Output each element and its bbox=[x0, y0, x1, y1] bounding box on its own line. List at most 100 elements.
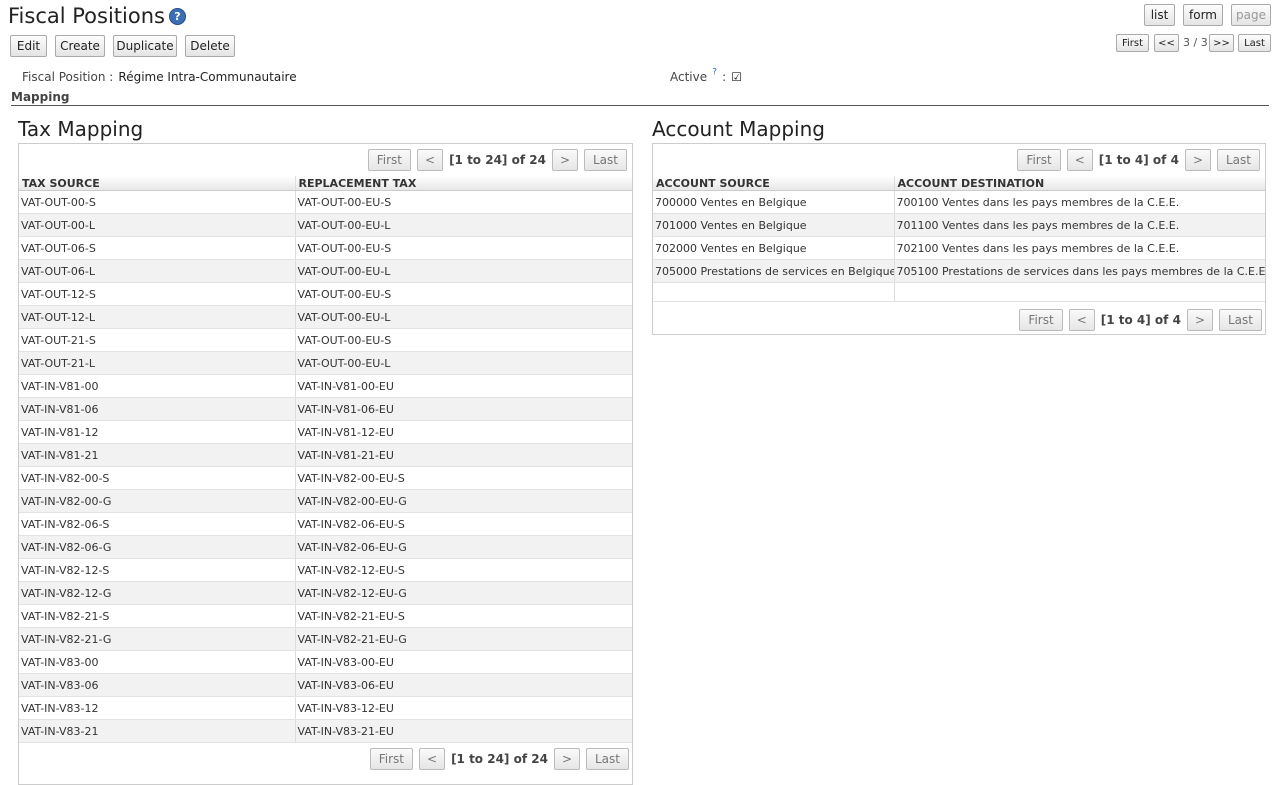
account-last-button-bottom[interactable]: Last bbox=[1219, 309, 1262, 331]
tax-target-cell: VAT-IN-V82-12-EU-G bbox=[294, 581, 632, 605]
account-source-header[interactable]: ACCOUNT SOURCE bbox=[653, 176, 894, 191]
tax-source-cell: VAT-OUT-12-L bbox=[19, 305, 295, 329]
account-first-button-bottom[interactable]: First bbox=[1019, 309, 1063, 331]
table-row[interactable]: VAT-IN-V81-12 VAT-IN-V81-12-EU bbox=[19, 420, 632, 444]
empty-cell bbox=[653, 282, 894, 302]
tax-last-button[interactable]: Last bbox=[584, 149, 627, 171]
table-row[interactable]: VAT-IN-V82-00-G VAT-IN-V82-00-EU-G bbox=[19, 489, 632, 513]
table-row[interactable]: VAT-IN-V83-06 VAT-IN-V83-06-EU bbox=[19, 673, 632, 697]
table-row[interactable]: VAT-IN-V82-12-S VAT-IN-V82-12-EU-S bbox=[19, 558, 632, 582]
tax-prev-button-bottom[interactable]: < bbox=[419, 748, 446, 770]
tax-first-button-bottom[interactable]: First bbox=[369, 748, 413, 770]
tax-source-cell: VAT-OUT-12-S bbox=[19, 282, 295, 306]
tax-source-cell: VAT-IN-V81-00 bbox=[19, 374, 295, 398]
tax-source-cell: VAT-IN-V83-12 bbox=[19, 696, 295, 720]
active-checkbox[interactable]: ☑ bbox=[731, 70, 742, 84]
tax-source-cell: VAT-IN-V82-00-G bbox=[19, 489, 295, 513]
account-last-button[interactable]: Last bbox=[1217, 149, 1260, 171]
view-form-button[interactable]: form bbox=[1183, 4, 1223, 26]
tax-target-cell: VAT-IN-V82-00-EU-G bbox=[294, 489, 632, 513]
tax-target-cell: VAT-IN-V81-00-EU bbox=[294, 374, 632, 398]
active-help-icon[interactable]: ? bbox=[712, 68, 717, 78]
table-row[interactable]: VAT-IN-V81-06 VAT-IN-V81-06-EU bbox=[19, 397, 632, 421]
fiscal-position-value: Régime Intra-Communautaire bbox=[118, 70, 297, 84]
table-row[interactable]: VAT-OUT-12-S VAT-OUT-00-EU-S bbox=[19, 282, 632, 306]
table-row[interactable]: VAT-OUT-00-L VAT-OUT-00-EU-L bbox=[19, 213, 632, 237]
question-circle-icon[interactable]: ? bbox=[168, 7, 186, 25]
tax-mapping-title: Tax Mapping bbox=[18, 117, 144, 141]
table-row[interactable]: VAT-OUT-21-S VAT-OUT-00-EU-S bbox=[19, 328, 632, 352]
table-row[interactable]: VAT-OUT-06-L VAT-OUT-00-EU-L bbox=[19, 259, 632, 283]
edit-button[interactable]: Edit bbox=[10, 35, 47, 57]
table-row[interactable]: VAT-OUT-12-L VAT-OUT-00-EU-L bbox=[19, 305, 632, 329]
account-destination-header[interactable]: ACCOUNT DESTINATION bbox=[893, 176, 1265, 191]
record-prev-button[interactable]: << bbox=[1154, 34, 1179, 52]
account-source-cell: 700000 Ventes en Belgique bbox=[653, 190, 894, 214]
tax-next-button-bottom[interactable]: > bbox=[553, 748, 580, 770]
table-row[interactable]: VAT-IN-V83-12 VAT-IN-V83-12-EU bbox=[19, 696, 632, 720]
tax-source-cell: VAT-IN-V82-00-S bbox=[19, 466, 295, 490]
table-row[interactable]: VAT-IN-V82-21-S VAT-IN-V82-21-EU-S bbox=[19, 604, 632, 628]
tax-source-cell: VAT-IN-V83-06 bbox=[19, 673, 295, 697]
table-row[interactable]: 700000 Ventes en Belgique 700100 Ventes d… bbox=[653, 190, 1265, 214]
record-next-button[interactable]: >> bbox=[1209, 34, 1234, 52]
tax-target-cell: VAT-IN-V81-21-EU bbox=[294, 443, 632, 467]
table-row[interactable]: VAT-IN-V83-00 VAT-IN-V83-00-EU bbox=[19, 650, 632, 674]
tax-target-cell: VAT-IN-V83-21-EU bbox=[294, 719, 632, 743]
table-row[interactable]: VAT-OUT-21-L VAT-OUT-00-EU-L bbox=[19, 351, 632, 375]
table-row[interactable]: VAT-IN-V81-00 VAT-IN-V81-00-EU bbox=[19, 374, 632, 398]
table-row[interactable]: 705000 Prestations de services en Belgiq… bbox=[653, 259, 1265, 283]
table-row[interactable]: 701000 Ventes en Belgique 701100 Ventes d… bbox=[653, 213, 1265, 237]
record-first-button[interactable]: First bbox=[1116, 34, 1149, 52]
fiscal-position-field: Fiscal Position : Régime Intra-Communaut… bbox=[22, 66, 297, 85]
view-page-button[interactable]: page bbox=[1231, 4, 1271, 26]
tax-mapping-table: TAX SOURCE REPLACEMENT TAX VAT-OUT-00-S V… bbox=[19, 176, 632, 743]
table-row[interactable]: VAT-IN-V82-12-G VAT-IN-V82-12-EU-G bbox=[19, 581, 632, 605]
delete-button[interactable]: Delete bbox=[185, 35, 235, 57]
account-count: [1 to 4] of 4 bbox=[1098, 153, 1179, 167]
account-next-button[interactable]: > bbox=[1184, 149, 1211, 171]
account-count-bottom: [1 to 4] of 4 bbox=[1100, 313, 1181, 327]
tax-first-button[interactable]: First bbox=[367, 149, 411, 171]
table-row[interactable]: VAT-IN-V81-21 VAT-IN-V81-21-EU bbox=[19, 443, 632, 467]
account-prev-button-bottom[interactable]: < bbox=[1068, 309, 1095, 331]
tax-source-header[interactable]: TAX SOURCE bbox=[19, 176, 295, 191]
tax-target-cell: VAT-OUT-00-EU-L bbox=[294, 305, 632, 329]
table-row[interactable]: VAT-IN-V82-00-S VAT-IN-V82-00-EU-S bbox=[19, 466, 632, 490]
account-next-button-bottom[interactable]: > bbox=[1186, 309, 1213, 331]
account-mapping-grid: First < [1 to 4] of 4 > Last ACCOUNT SOU… bbox=[652, 143, 1266, 335]
table-row[interactable]: VAT-IN-V83-21 VAT-IN-V83-21-EU bbox=[19, 719, 632, 743]
tax-source-cell: VAT-OUT-21-L bbox=[19, 351, 295, 375]
tax-last-button-bottom[interactable]: Last bbox=[586, 748, 629, 770]
account-mapping-table: ACCOUNT SOURCE ACCOUNT DESTINATION 70000… bbox=[653, 176, 1265, 302]
replacement-tax-header[interactable]: REPLACEMENT TAX bbox=[294, 176, 632, 191]
account-prev-button[interactable]: < bbox=[1066, 149, 1093, 171]
view-list-button[interactable]: list bbox=[1144, 4, 1175, 26]
tax-target-cell: VAT-IN-V83-00-EU bbox=[294, 650, 632, 674]
tax-target-cell: VAT-OUT-00-EU-L bbox=[294, 259, 632, 283]
table-row[interactable]: VAT-OUT-00-S VAT-OUT-00-EU-S bbox=[19, 190, 632, 214]
tax-source-cell: VAT-OUT-21-S bbox=[19, 328, 295, 352]
tax-target-cell: VAT-IN-V83-06-EU bbox=[294, 673, 632, 697]
table-row[interactable]: VAT-IN-V82-21-G VAT-IN-V82-21-EU-G bbox=[19, 627, 632, 651]
page-title: Fiscal Positions bbox=[8, 4, 165, 28]
tax-mapping-grid: First < [1 to 24] of 24 > Last TAX SOURC… bbox=[18, 143, 633, 785]
tax-target-cell: VAT-OUT-00-EU-S bbox=[294, 282, 632, 306]
account-target-cell: 702100 Ventes dans les pays membres de l… bbox=[893, 236, 1265, 260]
table-row[interactable]: VAT-IN-V82-06-S VAT-IN-V82-06-EU-S bbox=[19, 512, 632, 536]
tax-target-cell: VAT-OUT-00-EU-L bbox=[294, 351, 632, 375]
account-first-button[interactable]: First bbox=[1017, 149, 1061, 171]
tax-prev-button[interactable]: < bbox=[417, 149, 444, 171]
account-source-cell: 701000 Ventes en Belgique bbox=[653, 213, 894, 237]
record-last-button[interactable]: Last bbox=[1238, 34, 1271, 52]
tax-source-cell: VAT-IN-V83-21 bbox=[19, 719, 295, 743]
tax-source-cell: VAT-OUT-06-L bbox=[19, 259, 295, 283]
table-row[interactable]: VAT-OUT-06-S VAT-OUT-00-EU-S bbox=[19, 236, 632, 260]
table-row[interactable]: VAT-IN-V82-06-G VAT-IN-V82-06-EU-G bbox=[19, 535, 632, 559]
duplicate-button[interactable]: Duplicate bbox=[113, 35, 177, 57]
tax-source-cell: VAT-OUT-00-S bbox=[19, 190, 295, 214]
account-target-cell: 701100 Ventes dans les pays membres de l… bbox=[893, 213, 1265, 237]
tax-next-button[interactable]: > bbox=[551, 149, 578, 171]
create-button[interactable]: Create bbox=[55, 35, 105, 57]
table-row[interactable]: 702000 Ventes en Belgique 702100 Ventes d… bbox=[653, 236, 1265, 260]
